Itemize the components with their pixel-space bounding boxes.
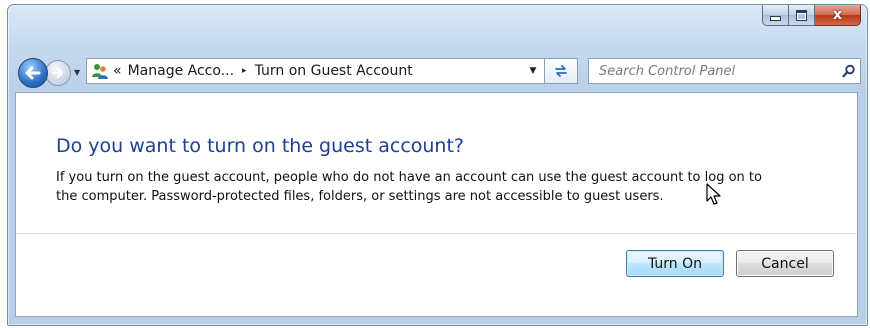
breadcrumb-manage-accounts[interactable]: Manage Acco... [128, 63, 234, 79]
mouse-pointer-icon [706, 183, 721, 205]
search-input[interactable] [597, 62, 838, 80]
minimize-button[interactable] [762, 5, 789, 26]
forward-arrow-icon [51, 67, 64, 79]
navigation-bar: ▼ « Manage Acco... ▸ Turn on Guest Accou… [8, 51, 867, 91]
refresh-button[interactable] [545, 58, 578, 84]
control-panel-window: x ▼ « Manage Acco... ▸ Turn on Guest Acc… [7, 4, 868, 326]
turn-on-button[interactable]: Turn On [626, 250, 724, 277]
close-button[interactable]: x [815, 5, 861, 26]
maximize-icon [796, 9, 807, 21]
cancel-button[interactable]: Cancel [736, 250, 834, 277]
search-icon[interactable] [838, 64, 860, 78]
breadcrumb-separator[interactable]: ▸ [242, 66, 247, 76]
divider [16, 233, 857, 234]
refresh-icon [555, 65, 567, 77]
minimize-icon [770, 16, 781, 21]
caption-buttons: x [762, 5, 861, 26]
address-prefix[interactable]: « [113, 63, 122, 79]
breadcrumb-turn-on-guest-account[interactable]: Turn on Guest Account [255, 63, 413, 79]
back-arrow-icon [25, 66, 41, 80]
address-dropdown-chevron-down-icon[interactable]: ▼ [522, 59, 544, 83]
content-pane: Do you want to turn on the guest account… [15, 92, 858, 317]
close-icon: x [832, 7, 843, 23]
search-box[interactable] [588, 58, 861, 84]
page-title: Do you want to turn on the guest account… [56, 135, 465, 157]
maximize-button[interactable] [789, 5, 815, 26]
address-bar[interactable]: « Manage Acco... ▸ Turn on Guest Account… [86, 58, 545, 84]
recent-pages-chevron-down-icon[interactable]: ▼ [74, 68, 80, 77]
user-accounts-icon [87, 62, 113, 80]
back-button[interactable] [18, 58, 48, 88]
forward-button[interactable] [45, 60, 71, 86]
